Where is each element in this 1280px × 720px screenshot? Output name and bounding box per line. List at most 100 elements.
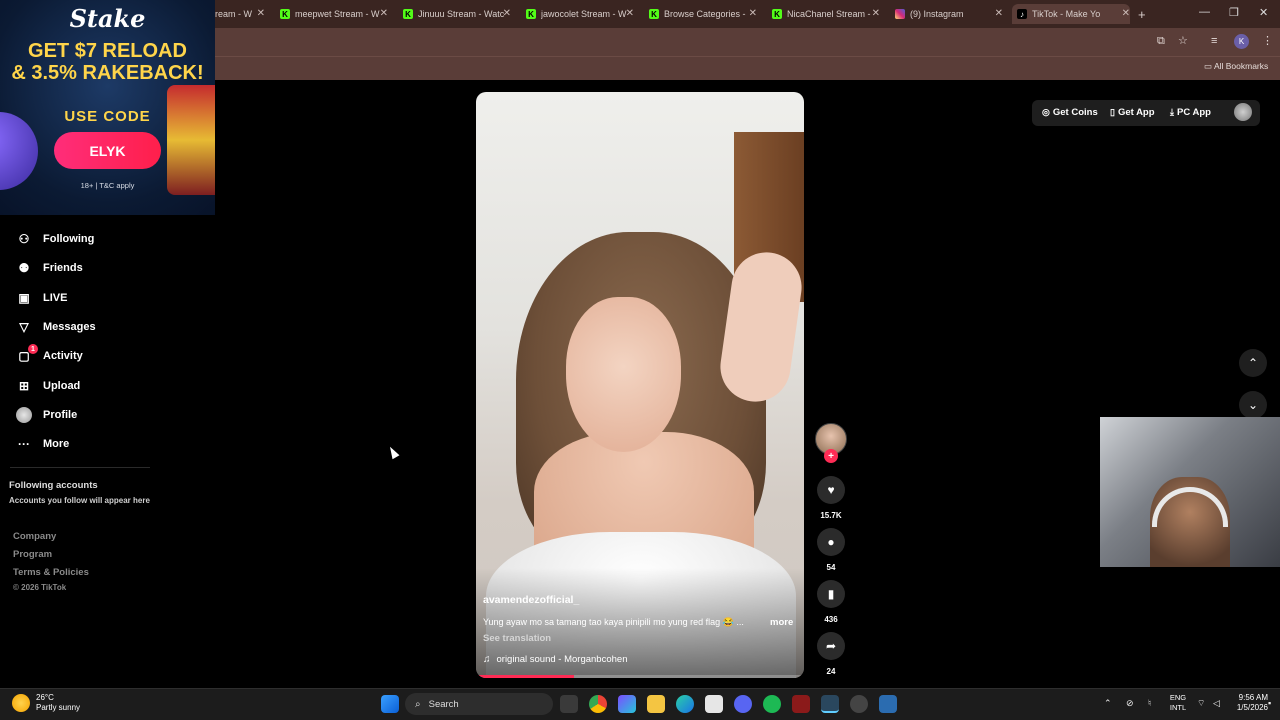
kick-icon: K bbox=[649, 9, 659, 19]
activity-icon: ▢ 1 bbox=[16, 344, 38, 364]
sidebar-item-activity[interactable]: ▢ 1 Activity bbox=[16, 344, 83, 366]
browser-tab[interactable]: K NicaChanel Stream - ✕ bbox=[772, 4, 880, 24]
steam-icon[interactable] bbox=[821, 695, 839, 713]
chevron-down-icon: ⌄ bbox=[1247, 398, 1259, 412]
spotify-icon[interactable] bbox=[763, 695, 781, 713]
browser-tab[interactable]: K meepwet Stream - W ✕ bbox=[280, 4, 388, 24]
edge-icon[interactable] bbox=[676, 695, 694, 713]
sidebar-item-profile[interactable]: Profile bbox=[16, 405, 77, 425]
browser-tab[interactable]: K Jinuuu Stream - Watc ✕ bbox=[403, 4, 511, 24]
following-accounts-title: Following accounts bbox=[9, 480, 98, 491]
video-sound[interactable]: ♫ original sound - Morganbcohen bbox=[483, 654, 627, 665]
music-note-icon: ♫ bbox=[483, 654, 491, 665]
store-icon[interactable] bbox=[705, 695, 723, 713]
sidebar-item-friends[interactable]: ⚉ Friends bbox=[16, 258, 83, 278]
bookmark-star-icon[interactable]: ☆ bbox=[1178, 34, 1188, 47]
messages-icon: ▽ bbox=[19, 320, 29, 334]
menu-kebab-icon[interactable]: ⋮ bbox=[1262, 34, 1273, 47]
weather-widget[interactable]: 26°C Partly sunny bbox=[12, 693, 80, 713]
video-player[interactable]: avamendezofficial_ Yung ayaw mo sa taman… bbox=[476, 92, 804, 678]
input-language[interactable]: ENG INTL bbox=[1168, 693, 1188, 713]
tray-wifi-icon[interactable]: ⌔ bbox=[1197, 698, 1205, 709]
windows-taskbar bbox=[0, 688, 1280, 720]
app-icon[interactable] bbox=[850, 695, 868, 713]
close-window-button[interactable]: ✕ bbox=[1259, 6, 1268, 19]
get-coins-button[interactable]: ◎ Get Coins bbox=[1042, 107, 1098, 118]
tray-network-icon[interactable]: ⊘ bbox=[1126, 698, 1134, 709]
comment-button[interactable]: ● bbox=[817, 528, 845, 556]
next-video-button[interactable]: ⌄ bbox=[1239, 391, 1267, 419]
see-translation-button[interactable]: See translation bbox=[483, 633, 551, 644]
all-bookmarks-button[interactable]: ▭ All Bookmarks bbox=[1204, 61, 1268, 72]
upload-icon: ⊞ bbox=[18, 379, 30, 393]
chrome-icon[interactable] bbox=[589, 695, 607, 713]
close-tab-icon[interactable]: ✕ bbox=[1122, 8, 1130, 19]
ad-terms: 18+ | T&C apply bbox=[80, 181, 135, 190]
pc-app-button[interactable]: ⤓ PC App bbox=[1170, 107, 1211, 118]
footer-link-terms[interactable]: Terms & Policies bbox=[13, 567, 89, 578]
notification-icon[interactable]: ▪ bbox=[1268, 698, 1271, 708]
close-tab-icon[interactable]: ✕ bbox=[626, 8, 634, 19]
windows-start-icon[interactable] bbox=[381, 695, 399, 713]
comment-icon: ● bbox=[827, 535, 835, 549]
video-progress-bar[interactable] bbox=[476, 675, 804, 678]
taskbar-search[interactable]: ⌕ Search bbox=[405, 693, 553, 715]
close-tab-icon[interactable]: ✕ bbox=[503, 8, 511, 19]
sidebar-item-more[interactable]: ··· More bbox=[16, 434, 69, 454]
task-view-icon[interactable] bbox=[560, 695, 578, 713]
profile-avatar[interactable]: K bbox=[1234, 34, 1249, 49]
instagram-icon bbox=[895, 9, 905, 19]
mouse-cursor bbox=[386, 444, 400, 460]
like-button[interactable]: ♥ bbox=[817, 476, 845, 504]
get-app-button[interactable]: ▯ Get App bbox=[1110, 107, 1155, 118]
app-icon[interactable] bbox=[792, 695, 810, 713]
browser-tab[interactable]: (9) Instagram ✕ bbox=[895, 4, 1003, 24]
copilot-icon[interactable] bbox=[618, 695, 636, 713]
close-tab-icon[interactable]: ✕ bbox=[257, 8, 265, 19]
install-app-icon[interactable]: ⧉ bbox=[1157, 35, 1165, 48]
live-icon: ▣ bbox=[18, 291, 30, 305]
like-count: 15.7K bbox=[820, 511, 842, 520]
file-explorer-icon[interactable] bbox=[647, 695, 665, 713]
ad-code-button[interactable]: ELYK bbox=[54, 132, 161, 169]
kick-icon: K bbox=[772, 9, 782, 19]
tab-search-icon[interactable]: ≡ bbox=[1211, 35, 1217, 47]
save-button[interactable]: ▮ bbox=[817, 580, 845, 608]
restore-button[interactable]: ❐ bbox=[1229, 6, 1239, 19]
heart-icon: ♥ bbox=[827, 483, 835, 497]
friends-icon: ⚉ bbox=[18, 261, 30, 275]
ad-use-code: USE CODE bbox=[64, 108, 151, 125]
footer-link-program[interactable]: Program bbox=[13, 549, 52, 560]
notepad-icon[interactable] bbox=[879, 695, 897, 713]
close-tab-icon[interactable]: ✕ bbox=[995, 8, 1003, 19]
following-icon: ⚇ bbox=[18, 232, 30, 246]
previous-video-button[interactable]: ⌃ bbox=[1239, 349, 1267, 377]
sidebar-item-messages[interactable]: ▽ Messages bbox=[16, 317, 95, 337]
close-tab-icon[interactable]: ✕ bbox=[380, 8, 388, 19]
stake-ad-overlay[interactable]: Stake GET $7 RELOAD & 3.5% RAKEBACK! USE… bbox=[0, 0, 215, 215]
browser-tab[interactable]: ream - W ✕ bbox=[215, 4, 265, 24]
browser-tab-active[interactable]: ♪ TikTok - Make Yo ✕ bbox=[1012, 4, 1130, 24]
sidebar-item-following[interactable]: ⚇ Following bbox=[16, 229, 95, 249]
tray-volume-icon[interactable]: ◁ bbox=[1213, 698, 1220, 709]
share-button[interactable]: ➦ bbox=[817, 632, 845, 660]
close-tab-icon[interactable]: ✕ bbox=[749, 8, 757, 19]
discord-icon[interactable] bbox=[734, 695, 752, 713]
tray-mic-icon[interactable]: ♮ bbox=[1148, 698, 1151, 709]
activity-badge: 1 bbox=[28, 344, 38, 354]
sidebar-item-upload[interactable]: ⊞ Upload bbox=[16, 376, 80, 396]
tray-chevron-icon[interactable]: ⌃ bbox=[1104, 698, 1112, 709]
caption-more-button[interactable]: more bbox=[770, 617, 793, 628]
video-username[interactable]: avamendezofficial_ bbox=[483, 594, 579, 606]
footer-link-company[interactable]: Company bbox=[13, 531, 56, 542]
new-tab-button[interactable]: + bbox=[1138, 4, 1152, 24]
follow-plus-icon[interactable]: + bbox=[824, 449, 838, 463]
more-icon: ··· bbox=[18, 437, 30, 451]
user-avatar[interactable] bbox=[1234, 103, 1252, 121]
taskbar-clock[interactable]: 9:56 AM 1/5/2026 bbox=[1230, 693, 1268, 713]
close-tab-icon[interactable]: ✕ bbox=[872, 8, 880, 19]
minimize-button[interactable]: — bbox=[1199, 6, 1210, 18]
browser-tab[interactable]: K jawocolet Stream - W ✕ bbox=[526, 4, 634, 24]
sidebar-item-live[interactable]: ▣ LIVE bbox=[16, 288, 67, 308]
browser-tab[interactable]: K Browse Categories - ✕ bbox=[649, 4, 757, 24]
